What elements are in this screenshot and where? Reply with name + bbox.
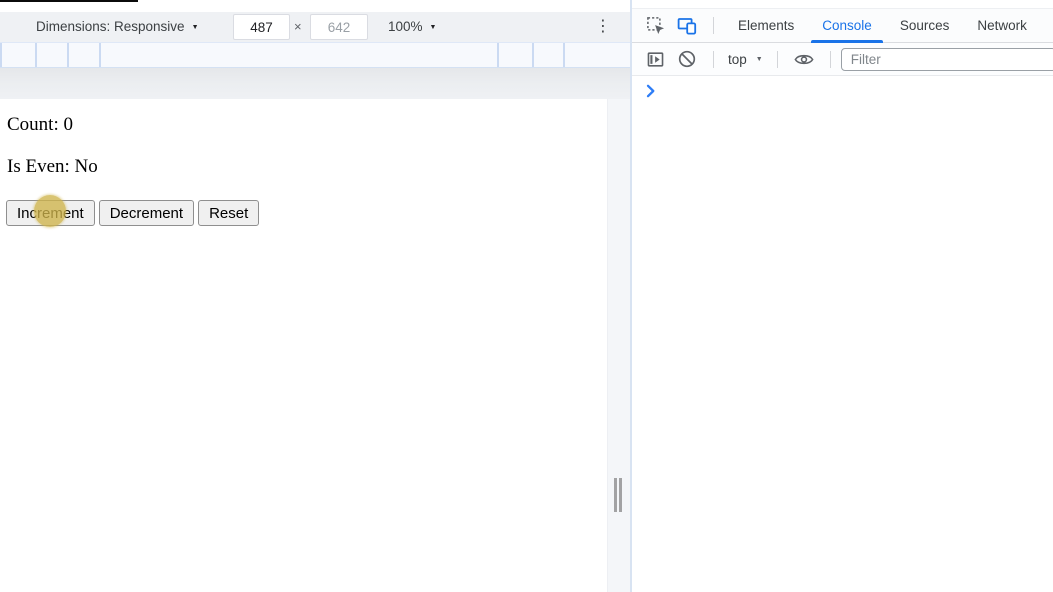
chevron-down-icon: ▼	[429, 24, 437, 31]
button-row: Increment Decrement Reset	[6, 200, 607, 226]
devtools-tabbar: Elements Console Sources Network	[632, 8, 1053, 43]
chevron-down-icon: ▼	[191, 24, 199, 31]
javascript-context-dropdown[interactable]: top ▼	[724, 52, 767, 67]
device-toolbar: Dimensions: Responsive ▼ × 100% ▼ ⋮	[0, 12, 630, 42]
reset-button[interactable]: Reset	[198, 200, 260, 226]
zoom-dropdown[interactable]: 100% ▼	[388, 12, 436, 42]
ruler-tick	[99, 43, 101, 67]
toolbar-separator	[713, 50, 714, 68]
viewport-top-gutter	[0, 68, 630, 99]
chevron-down-icon: ▼	[755, 55, 763, 63]
toolbar-separator	[776, 50, 778, 68]
increment-button[interactable]: Increment	[6, 200, 95, 226]
toolbar-separator	[713, 17, 714, 34]
device-mode-pane: Dimensions: Responsive ▼ × 100% ▼ ⋮ Count:…	[0, 0, 630, 592]
tab-sources[interactable]: Sources	[886, 9, 964, 42]
console-toolbar: top ▼	[632, 43, 1053, 76]
viewport-resize-handle[interactable]	[614, 478, 622, 512]
live-expression-eye-icon[interactable]	[794, 49, 814, 69]
viewport-right-gutter	[607, 99, 630, 592]
context-label: top	[728, 51, 747, 67]
ruler-tick	[497, 43, 499, 67]
count-text: Count: 0	[7, 114, 73, 135]
ruler-tick	[0, 43, 2, 67]
page-viewport: Count: 0 Is Even: No Increment Decrement…	[0, 99, 607, 592]
viewport-height-input[interactable]	[310, 14, 368, 40]
ruler-bar	[0, 42, 630, 68]
device-toolbar-toggle-icon[interactable]	[677, 16, 697, 36]
toolbar-separator	[829, 50, 831, 68]
dimensions-label: Dimensions: Responsive	[36, 19, 185, 34]
ruler-tick	[67, 43, 69, 67]
decrement-button[interactable]: Decrement	[98, 200, 195, 226]
page-content: Count: 0 Is Even: No Increment Decrement…	[0, 99, 607, 226]
console-prompt-area[interactable]	[632, 76, 1053, 522]
is-even-text: Is Even: No	[7, 156, 98, 177]
dimension-separator: ×	[294, 19, 302, 34]
dimensions-dropdown[interactable]: Dimensions: Responsive ▼	[36, 12, 199, 42]
devtools-top-spacer	[632, 0, 1053, 8]
top-left-black-strip	[0, 0, 138, 2]
ruler-tick	[532, 43, 534, 67]
inspect-element-icon[interactable]	[645, 16, 665, 36]
clear-console-icon[interactable]	[677, 49, 697, 69]
tab-elements[interactable]: Elements	[724, 9, 808, 42]
ruler-tick	[563, 43, 565, 67]
devtools-pane: Elements Console Sources Network top ▼ F…	[632, 0, 1053, 592]
console-sidebar-toggle-icon[interactable]	[645, 49, 665, 69]
more-options-icon[interactable]: ⋮	[592, 12, 614, 42]
console-prompt-icon	[646, 84, 655, 98]
zoom-value: 100%	[388, 19, 423, 34]
tab-console[interactable]: Console	[808, 9, 886, 43]
ruler-tick	[35, 43, 37, 67]
tab-network[interactable]: Network	[963, 9, 1041, 42]
viewport-width-input[interactable]	[233, 14, 290, 40]
console-filter-input[interactable]	[840, 47, 1053, 71]
browser-devtools-window: Dimensions: Responsive ▼ × 100% ▼ ⋮ Count:…	[0, 0, 1053, 592]
